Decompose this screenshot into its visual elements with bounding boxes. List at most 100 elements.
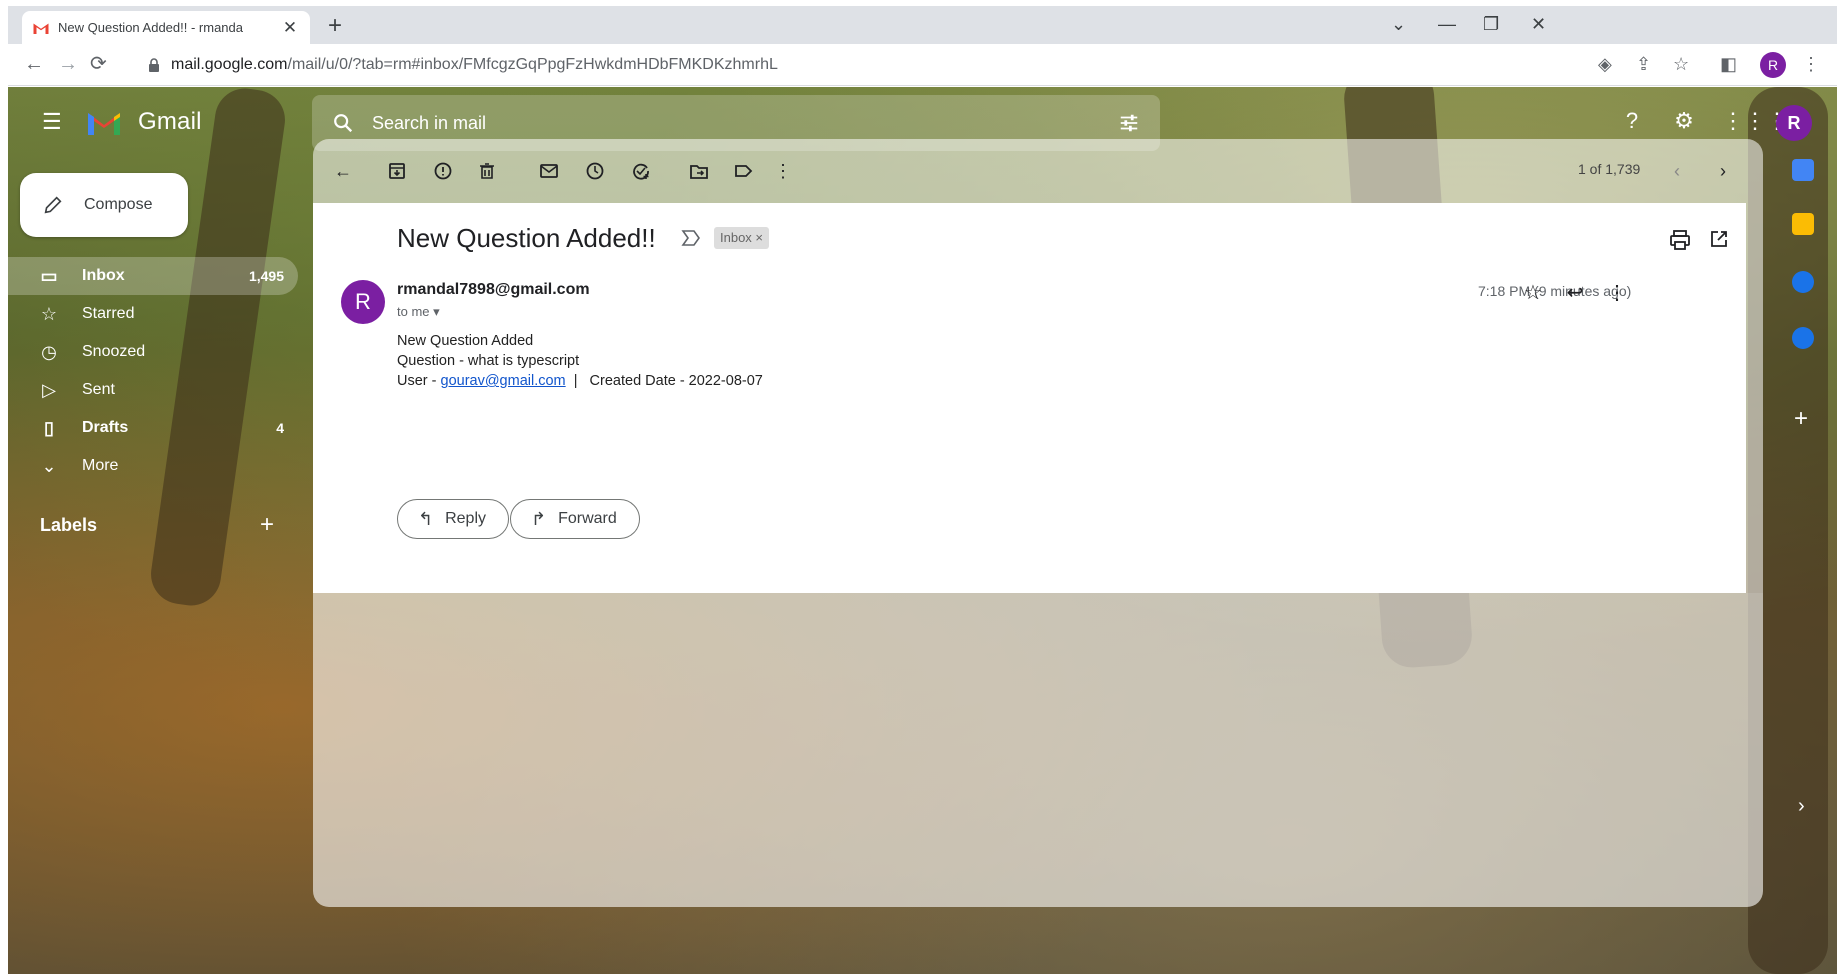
body-text: | Created Date - 2022-08-07 <box>565 373 763 389</box>
older-chevron-right-icon[interactable]: › <box>1711 159 1735 183</box>
browser-tab-bar: New Question Added!! - rmanda ✕ + ⌄ — ❐ … <box>8 6 1837 44</box>
sidebar-nav: ▭ Inbox 1,495 ☆ Starred ◷ Snoozed ▷ Sent… <box>8 257 298 485</box>
forward-label: Forward <box>558 510 617 527</box>
restore-icon[interactable]: ❐ <box>1483 14 1499 35</box>
browser-tab[interactable]: New Question Added!! - rmanda ✕ <box>22 11 310 44</box>
settings-gear-icon[interactable]: ⚙ <box>1670 107 1698 135</box>
message-subject: New Question Added!! <box>397 223 656 253</box>
tab-close-icon[interactable]: ✕ <box>280 18 300 38</box>
move-to-icon[interactable] <box>687 159 711 183</box>
chevron-down-icon: ⌄ <box>41 455 57 476</box>
sidebar-item-label: Sent <box>82 381 115 398</box>
recipient-details[interactable]: to me ▾ <box>397 304 440 320</box>
forward-icon[interactable]: → <box>58 54 78 74</box>
sidebar-item-starred[interactable]: ☆ Starred <box>8 295 298 333</box>
help-icon[interactable]: ? <box>1618 107 1646 135</box>
message-view-empty-area <box>313 593 1763 907</box>
message-more-icon[interactable]: ⋮ <box>1605 281 1629 305</box>
sender-email[interactable]: rmandal7898@gmail.com <box>397 281 590 299</box>
back-icon[interactable]: ← <box>24 54 44 74</box>
forward-icon: ↱ <box>531 508 547 529</box>
draft-icon: ▯ <box>44 417 54 438</box>
sender-avatar[interactable]: R <box>341 280 385 324</box>
add-label-icon[interactable]: + <box>260 511 274 539</box>
user-email-link[interactable]: gourav@gmail.com <box>441 373 566 389</box>
open-new-window-icon[interactable] <box>1709 229 1729 249</box>
minimize-icon[interactable]: — <box>1438 14 1456 35</box>
newer-chevron-left-icon[interactable]: ‹ <box>1665 159 1689 183</box>
gmail-app: ☰ Gmail Search in mail ? ⚙ ⋮⋮⋮ R Compose… <box>8 87 1837 974</box>
new-tab-button[interactable]: + <box>328 14 342 38</box>
keep-icon[interactable] <box>1792 213 1814 235</box>
bookmark-star-icon[interactable]: ☆ <box>1673 54 1689 74</box>
more-options-icon[interactable]: ⋮ <box>771 159 795 183</box>
sidebar-item-snoozed[interactable]: ◷ Snoozed <box>8 333 298 371</box>
profile-avatar[interactable]: R <box>1760 52 1786 78</box>
sidebar-item-label: Starred <box>82 305 135 322</box>
add-to-tasks-icon[interactable] <box>629 159 653 183</box>
label-icon[interactable] <box>731 159 755 183</box>
reload-icon[interactable]: ⟳ <box>90 54 107 74</box>
pencil-icon <box>44 196 62 214</box>
reply-icon[interactable]: ↩ <box>1563 281 1587 305</box>
sidebar-item-sent[interactable]: ▷ Sent <box>8 371 298 409</box>
body-line: User - gourav@gmail.com | Created Date -… <box>397 373 763 389</box>
recipient-label: to me <box>397 304 430 319</box>
unread-count: 1,495 <box>248 268 284 284</box>
main-menu-icon[interactable]: ☰ <box>42 109 62 135</box>
star-icon[interactable]: ☆ <box>1521 281 1545 305</box>
message-view: New Question Added!! Inbox × R rmandal78… <box>313 203 1746 593</box>
tab-search-icon[interactable]: ⌄ <box>1391 14 1406 35</box>
tab-title: New Question Added!! - rmanda <box>58 20 243 35</box>
search-icon[interactable] <box>332 112 354 134</box>
print-icon[interactable] <box>1669 229 1691 251</box>
star-icon: ☆ <box>40 303 58 324</box>
search-options-icon[interactable] <box>1118 112 1140 134</box>
sidebar-item-drafts[interactable]: ▯ Drafts 4 <box>8 409 298 447</box>
compose-button[interactable]: Compose <box>20 173 188 237</box>
archive-icon[interactable] <box>385 159 409 183</box>
draft-count: 4 <box>276 420 284 436</box>
clock-icon: ◷ <box>41 341 57 362</box>
snooze-icon[interactable] <box>583 159 607 183</box>
url-path: /mail/u/0/?tab=rm#inbox/FMfcgzGqPpgFzHwk… <box>287 56 778 73</box>
contacts-icon[interactable] <box>1792 327 1814 349</box>
show-side-panel-icon[interactable]: › <box>1798 795 1805 818</box>
reply-icon: ↰ <box>418 508 434 529</box>
forward-button[interactable]: ↱ Forward <box>510 499 640 539</box>
sidebar-item-more[interactable]: ⌄ More <box>8 447 298 485</box>
close-window-icon[interactable]: ✕ <box>1531 14 1546 35</box>
sidebar-item-inbox[interactable]: ▭ Inbox 1,495 <box>8 257 298 295</box>
url-field[interactable]: mail.google.com/mail/u/0/?tab=rm#inbox/F… <box>141 50 1591 80</box>
mark-unread-icon[interactable] <box>537 159 561 183</box>
delete-icon[interactable] <box>475 159 499 183</box>
reply-button[interactable]: ↰ Reply <box>397 499 509 539</box>
body-line: Question - what is typescript <box>397 353 580 369</box>
tasks-icon[interactable] <box>1792 271 1814 293</box>
inbox-label-chip[interactable]: Inbox × <box>714 227 770 249</box>
body-line: New Question Added <box>397 333 534 349</box>
lock-icon <box>149 58 159 72</box>
get-addons-icon[interactable]: + <box>1794 405 1808 433</box>
account-avatar[interactable]: R <box>1776 105 1812 141</box>
message-view-edge <box>1746 203 1763 593</box>
labels-heading: Labels <box>40 515 98 535</box>
address-bar: ← → ⟳ mail.google.com/mail/u/0/?tab=rm#i… <box>8 44 1837 86</box>
share-icon[interactable]: ⇪ <box>1636 54 1651 74</box>
back-to-inbox-icon[interactable]: ← <box>331 159 355 183</box>
report-spam-icon[interactable] <box>431 159 455 183</box>
side-panel-icon[interactable]: ◧ <box>1720 54 1737 74</box>
url-host: mail.google.com <box>171 56 288 73</box>
pagination-text: 1 of 1,739 <box>1578 161 1641 177</box>
eye-icon[interactable]: ◈ <box>1598 54 1612 74</box>
inbox-icon: ▭ <box>40 265 58 286</box>
body-text: User - <box>397 373 441 389</box>
compose-label: Compose <box>84 196 153 213</box>
gmail-wordmark: Gmail <box>138 108 202 135</box>
gmail-favicon-icon <box>33 23 49 34</box>
search-input[interactable]: Search in mail <box>372 113 486 134</box>
browser-menu-icon[interactable]: ⋮ <box>1802 54 1820 74</box>
apps-grid-icon[interactable]: ⋮⋮⋮ <box>1722 107 1788 135</box>
calendar-icon[interactable] <box>1792 159 1814 181</box>
importance-marker-icon[interactable] <box>681 229 701 247</box>
